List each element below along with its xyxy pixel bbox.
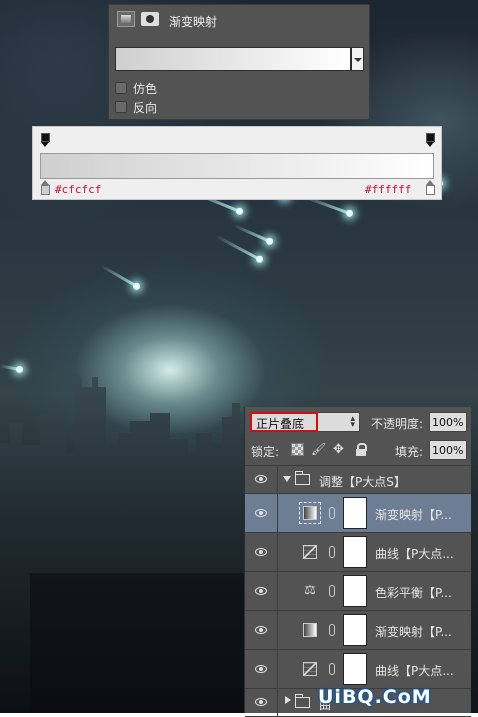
- layer-mask-thumbnail[interactable]: [343, 614, 367, 646]
- opacity-stop-right[interactable]: [426, 133, 435, 147]
- updown-arrow-icon: ▴ ▾: [350, 414, 355, 430]
- lock-position-move-icon[interactable]: ✥: [333, 443, 346, 456]
- lock-transparency-icon[interactable]: [291, 443, 304, 456]
- opacity-stop-left[interactable]: [41, 133, 50, 147]
- right-color-hex: #ffffff: [365, 183, 412, 196]
- layer-name: 曲线【P大点...: [375, 547, 454, 561]
- link-chain-icon[interactable]: [329, 585, 335, 597]
- layers-panel: 正片叠底 ▴ ▾ 不透明度: 100% 锁定: 🖌 ✥ 填充: 100% 调整【P…: [244, 407, 471, 717]
- blend-mode-highlight: [250, 412, 318, 432]
- layer-group-row[interactable]: 调整【P大点S】: [245, 466, 471, 494]
- group-name: 调整【P大点S】: [319, 475, 406, 489]
- visibility-eye-icon[interactable]: [245, 572, 278, 610]
- lock-pixels-brush-icon[interactable]: 🖌: [311, 443, 326, 456]
- layer-mask-thumbnail[interactable]: [343, 653, 367, 685]
- layer-name: 渐变映射【P...: [375, 625, 452, 639]
- visibility-eye-icon[interactable]: [245, 466, 278, 493]
- gradient-dropdown-button[interactable]: [351, 47, 364, 71]
- curves-adjustment-icon: [303, 662, 317, 676]
- visibility-eye-icon[interactable]: [245, 650, 278, 688]
- opacity-input[interactable]: 100%: [429, 412, 467, 432]
- link-chain-icon[interactable]: [329, 546, 335, 558]
- layer-mask-thumbnail[interactable]: [343, 575, 367, 607]
- gradient-map-properties-panel: 渐变映射 仿色 反向: [108, 4, 370, 120]
- layer-mask-thumbnail[interactable]: [343, 536, 367, 568]
- expand-triangle-icon[interactable]: [283, 476, 291, 482]
- gradient-map-adjustment-icon: [299, 502, 321, 524]
- layer-row[interactable]: ⚖ 色彩平衡【P...: [245, 572, 471, 611]
- folder-icon: [295, 471, 310, 485]
- visibility-eye-icon[interactable]: [245, 533, 278, 571]
- meteor: [0, 364, 21, 371]
- collapse-triangle-icon[interactable]: [285, 696, 291, 704]
- meteor: [99, 264, 138, 288]
- visibility-eye-icon[interactable]: [245, 611, 278, 649]
- color-stop-right[interactable]: [426, 180, 435, 196]
- layer-row[interactable]: 渐变映射【P...: [245, 494, 471, 533]
- gradient-map-adjustment-icon[interactable]: [117, 11, 135, 27]
- meteor: [232, 223, 271, 243]
- gradient-preview-picker[interactable]: [115, 47, 351, 71]
- properties-header: 渐变映射: [109, 5, 369, 35]
- layer-row[interactable]: 曲线【P大点...: [245, 533, 471, 572]
- dither-label: 仿色: [133, 82, 158, 96]
- dither-checkbox[interactable]: [115, 82, 127, 94]
- left-color-hex: #cfcfcf: [55, 183, 102, 196]
- meteor: [215, 234, 261, 261]
- visibility-eye-icon[interactable]: [245, 494, 278, 532]
- curves-adjustment-icon: [303, 545, 317, 559]
- folder-icon: [295, 694, 310, 708]
- gradient-bar[interactable]: [40, 153, 434, 179]
- lock-label: 锁定:: [251, 445, 280, 459]
- visibility-eye-icon[interactable]: [245, 689, 278, 716]
- layer-name: 色彩平衡【P...: [375, 586, 452, 600]
- fill-label: 填充:: [395, 445, 424, 459]
- gradient-editor: #cfcfcf #ffffff: [32, 126, 442, 200]
- link-chain-icon[interactable]: [329, 663, 335, 675]
- reverse-label: 反向: [133, 101, 158, 115]
- layer-mask-icon[interactable]: [141, 12, 159, 26]
- properties-title: 渐变映射: [169, 15, 218, 29]
- gradient-map-adjustment-icon: [303, 623, 317, 637]
- layer-row[interactable]: 曲线【P大点...: [245, 650, 471, 689]
- layer-name: 曲线【P大点...: [375, 664, 454, 678]
- watermark-logo: UiBQ.CoM: [318, 686, 432, 708]
- layer-name: 渐变映射【P...: [375, 508, 452, 522]
- color-balance-scale-icon: ⚖: [304, 583, 316, 598]
- lock-all-icon[interactable]: [355, 443, 368, 456]
- link-chain-icon[interactable]: [329, 624, 335, 636]
- layer-mask-thumbnail[interactable]: [343, 497, 367, 529]
- link-chain-icon[interactable]: [329, 507, 335, 519]
- color-stop-left[interactable]: [41, 180, 50, 196]
- reverse-checkbox[interactable]: [115, 101, 127, 113]
- layers-options: 正片叠底 ▴ ▾ 不透明度: 100% 锁定: 🖌 ✥ 填充: 100%: [245, 407, 471, 466]
- opacity-label: 不透明度:: [371, 417, 424, 431]
- blend-mode-select[interactable]: 正片叠底 ▴ ▾: [250, 412, 360, 432]
- layer-row[interactable]: 渐变映射【P...: [245, 611, 471, 650]
- fill-input[interactable]: 100%: [429, 440, 467, 460]
